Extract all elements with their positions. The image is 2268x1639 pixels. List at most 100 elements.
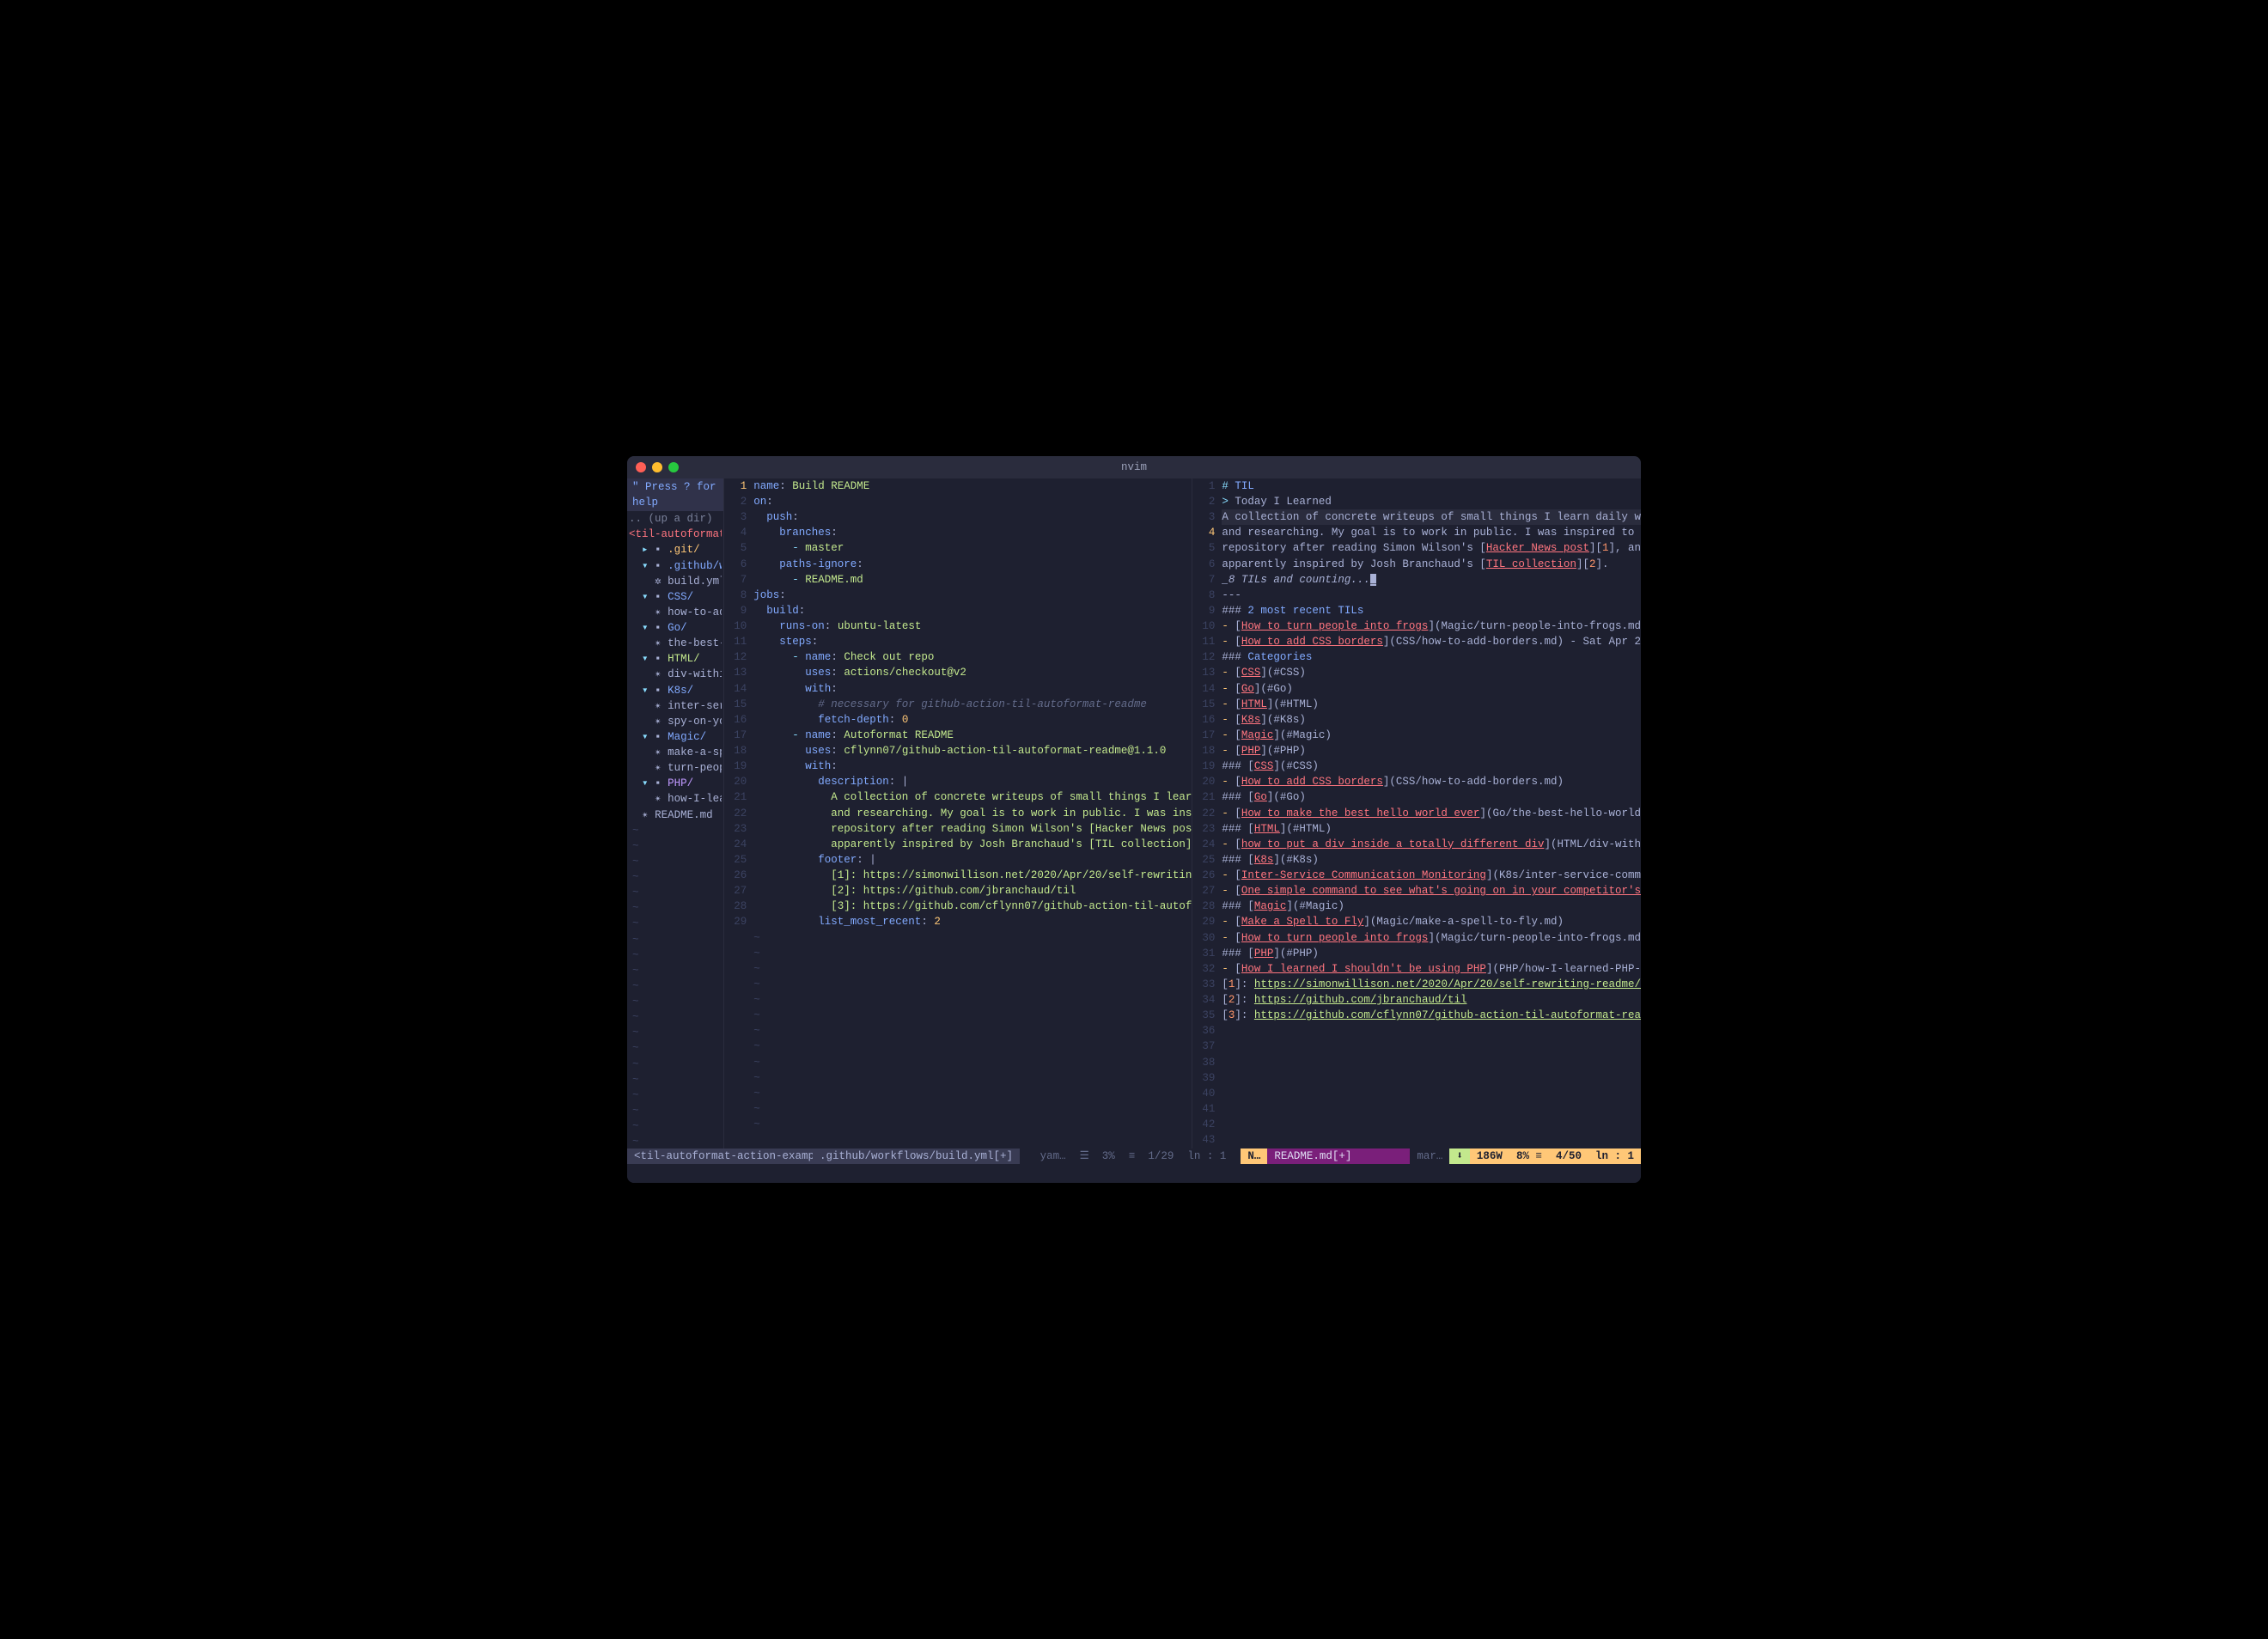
code-line[interactable]: apparently inspired by Josh Branchaud's … bbox=[753, 837, 1192, 852]
tree-file[interactable]: ✴ make-a-spell-to-fly.md bbox=[629, 745, 722, 760]
tree-file[interactable]: ✲ build.yml bbox=[629, 574, 722, 589]
code-line[interactable]: build: bbox=[753, 603, 1192, 618]
code-line[interactable]: - [How I learned I shouldn't be using PH… bbox=[1222, 961, 1641, 977]
code-line[interactable]: ### 2 most recent TILs bbox=[1222, 603, 1641, 618]
code-line[interactable]: - [Inter-Service Communication Monitorin… bbox=[1222, 868, 1641, 883]
code-line[interactable]: - name: Check out repo bbox=[753, 649, 1192, 665]
code-line[interactable]: branches: bbox=[753, 525, 1192, 540]
code-line[interactable]: - [K8s](#K8s) bbox=[1222, 712, 1641, 728]
tree-dir[interactable]: ▾ ▪ K8s/ bbox=[629, 683, 722, 698]
code-line[interactable]: list_most_recent: 2 bbox=[753, 914, 1192, 929]
tree-dir[interactable]: ▾ ▪ PHP/ bbox=[629, 776, 722, 791]
minimize-icon[interactable] bbox=[652, 462, 662, 472]
code-line[interactable]: jobs: bbox=[753, 588, 1192, 603]
code-line[interactable]: ### [K8s](#K8s) bbox=[1222, 852, 1641, 868]
code-line[interactable]: - [PHP](#PHP) bbox=[1222, 743, 1641, 759]
command-line[interactable] bbox=[627, 1164, 1641, 1183]
code-line[interactable]: repository after reading Simon Wilson's … bbox=[753, 821, 1192, 837]
tree-dir[interactable]: ▾ ▪ CSS/ bbox=[629, 589, 722, 605]
code-line[interactable]: name: Build README bbox=[753, 478, 1192, 494]
code-line[interactable]: [3]: https://github.com/cflynn07/github-… bbox=[1222, 1008, 1641, 1023]
code-line[interactable]: ### [Go](#Go) bbox=[1222, 789, 1641, 805]
code-line[interactable]: A collection of concrete writeups of sma… bbox=[1222, 509, 1641, 525]
code-line[interactable]: - [Make a Spell to Fly](Magic/make-a-spe… bbox=[1222, 914, 1641, 929]
code-line[interactable]: - [How to add CSS borders](CSS/how-to-ad… bbox=[1222, 774, 1641, 789]
code-line[interactable]: - [How to turn people into frogs](Magic/… bbox=[1222, 618, 1641, 634]
code-line[interactable]: - [Go](#Go) bbox=[1222, 681, 1641, 697]
code-line[interactable]: push: bbox=[753, 509, 1192, 525]
code-line[interactable]: ### [Magic](#Magic) bbox=[1222, 899, 1641, 914]
code-line[interactable]: runs-on: ubuntu-latest bbox=[753, 618, 1192, 634]
tree-dir[interactable]: ▾ ▪ HTML/ bbox=[629, 651, 722, 667]
code-line[interactable]: ### Categories bbox=[1222, 649, 1641, 665]
code-line[interactable]: > Today I Learned bbox=[1222, 494, 1641, 509]
tree-dir[interactable]: ▾ ▪ Go/ bbox=[629, 620, 722, 636]
code-line[interactable]: and researching. My goal is to work in p… bbox=[753, 806, 1192, 821]
code-line[interactable]: _8 TILs and counting..._ bbox=[1222, 572, 1641, 588]
code-line[interactable]: - [How to make the best hello world ever… bbox=[1222, 806, 1641, 821]
statusline: <til-autoformat-action-example .github/w… bbox=[627, 1149, 1641, 1164]
code-line[interactable]: fetch-depth: 0 bbox=[753, 712, 1192, 728]
editor-right[interactable]: 1234567891011121314151617181920212223242… bbox=[1192, 478, 1641, 1149]
code-line[interactable]: ### [PHP](#PHP) bbox=[1222, 946, 1641, 961]
close-icon[interactable] bbox=[636, 462, 646, 472]
tree-file[interactable]: ✴ the-best-hello-world-eve bbox=[629, 636, 722, 651]
code-line[interactable]: # necessary for github-action-til-autofo… bbox=[753, 697, 1192, 712]
status-right-words: 186W bbox=[1470, 1149, 1509, 1164]
code-line[interactable]: --- bbox=[1222, 588, 1641, 603]
code-line[interactable]: [2]: https://github.com/jbranchaud/til bbox=[1222, 992, 1641, 1008]
code-line[interactable]: repository after reading Simon Wilson's … bbox=[1222, 540, 1641, 556]
code-line[interactable]: - [One simple command to see what's goin… bbox=[1222, 883, 1641, 899]
code-line[interactable]: description: | bbox=[753, 774, 1192, 789]
code-line[interactable]: - [how to put a div inside a totally dif… bbox=[1222, 837, 1641, 852]
tree-dir[interactable]: ▾ ▪ .github/workflows/ bbox=[629, 558, 722, 574]
code-line[interactable]: [1]: https://simonwillison.net/2020/Apr/… bbox=[753, 868, 1192, 883]
code-line[interactable]: # TIL bbox=[1222, 478, 1641, 494]
tree-dir[interactable]: ▾ ▪ Magic/ bbox=[629, 729, 722, 745]
titlebar[interactable]: nvim bbox=[627, 456, 1641, 478]
tree-file[interactable]: ✴ inter-service-communicat bbox=[629, 698, 722, 714]
gutter-right: 1234567891011121314151617181920212223242… bbox=[1192, 478, 1222, 1149]
code-line[interactable]: [3]: https://github.com/cflynn07/github-… bbox=[753, 899, 1192, 914]
file-tree[interactable]: " Press ? for help .. (up a dir)<til-aut… bbox=[627, 478, 724, 1149]
maximize-icon[interactable] bbox=[668, 462, 679, 472]
code-line[interactable]: - [Magic](#Magic) bbox=[1222, 728, 1641, 743]
code-line[interactable]: - [HTML](#HTML) bbox=[1222, 697, 1641, 712]
code-line[interactable]: - [How to turn people into frogs](Magic/… bbox=[1222, 930, 1641, 946]
code-line[interactable]: - README.md bbox=[753, 572, 1192, 588]
tree-file[interactable]: ✴ div-within-a-div.md bbox=[629, 667, 722, 682]
code-line[interactable]: and researching. My goal is to work in p… bbox=[1222, 525, 1641, 540]
code-line[interactable]: uses: actions/checkout@v2 bbox=[753, 665, 1192, 680]
gutter-left: 1234567891011121314151617181920212223242… bbox=[724, 478, 753, 1149]
code-line[interactable]: on: bbox=[753, 494, 1192, 509]
code-line[interactable]: with: bbox=[753, 681, 1192, 697]
tree-updir[interactable]: .. (up a dir) bbox=[629, 511, 722, 527]
tree-file[interactable]: ✴ turn-people-into-frogs.m bbox=[629, 760, 722, 776]
code-right[interactable]: # TIL> Today I LearnedA collection of co… bbox=[1222, 478, 1641, 1149]
code-line[interactable]: - [CSS](#CSS) bbox=[1222, 665, 1641, 680]
code-line[interactable]: ### [CSS](#CSS) bbox=[1222, 759, 1641, 774]
tree-file[interactable]: ✴ README.md bbox=[629, 807, 722, 823]
code-line[interactable]: - name: Autoformat README bbox=[753, 728, 1192, 743]
tree-dir[interactable]: ▸ ▪ .git/ bbox=[629, 542, 722, 558]
status-right-percent: 8% ≡ bbox=[1509, 1149, 1549, 1164]
code-line[interactable]: uses: cflynn07/github-action-til-autofor… bbox=[753, 743, 1192, 759]
status-right-pos: 4/50 bbox=[1549, 1149, 1588, 1164]
tree-file[interactable]: ✴ spy-on-your-competitors- bbox=[629, 714, 722, 729]
tree-file[interactable]: ✴ how-to-add-borders.md bbox=[629, 605, 722, 620]
code-line[interactable]: - master bbox=[753, 540, 1192, 556]
editor-left[interactable]: 1234567891011121314151617181920212223242… bbox=[724, 478, 1192, 1149]
tree-root[interactable]: <til-autoformat-action-example/ bbox=[629, 527, 722, 542]
code-line[interactable]: - [How to add CSS borders](CSS/how-to-ad… bbox=[1222, 634, 1641, 649]
code-line[interactable]: ### [HTML](#HTML) bbox=[1222, 821, 1641, 837]
code-line[interactable]: footer: | bbox=[753, 852, 1192, 868]
code-line[interactable]: with: bbox=[753, 759, 1192, 774]
code-left[interactable]: name: Build READMEon: push: branches: - … bbox=[753, 478, 1192, 1149]
code-line[interactable]: A collection of concrete writeups of sma… bbox=[753, 789, 1192, 805]
code-line[interactable]: paths-ignore: bbox=[753, 557, 1192, 572]
code-line[interactable]: [2]: https://github.com/jbranchaud/til bbox=[753, 883, 1192, 899]
code-line[interactable]: [1]: https://simonwillison.net/2020/Apr/… bbox=[1222, 977, 1641, 992]
code-line[interactable]: steps: bbox=[753, 634, 1192, 649]
tree-file[interactable]: ✴ how-I-learned-PHP-is-ter bbox=[629, 791, 722, 807]
code-line[interactable]: apparently inspired by Josh Branchaud's … bbox=[1222, 557, 1641, 572]
